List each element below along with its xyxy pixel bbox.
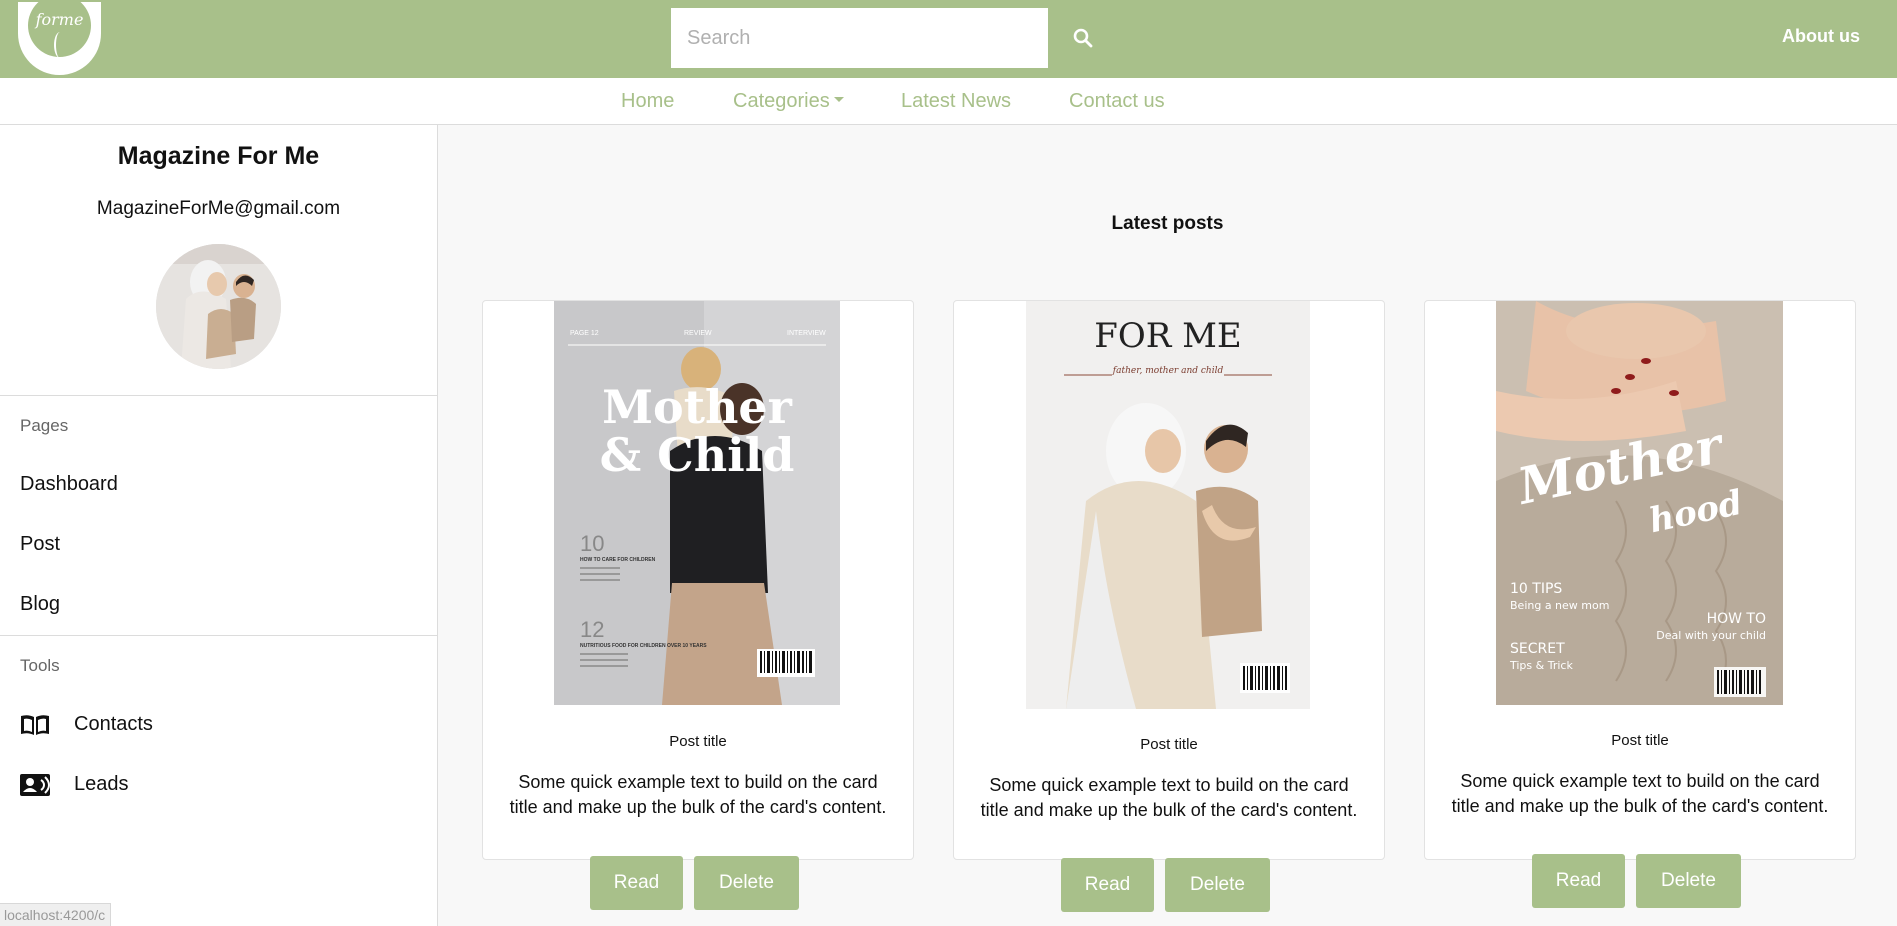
cover-top-label: PAGE 12	[570, 330, 599, 337]
post-title: Post title	[1611, 732, 1669, 749]
caret-down-icon	[833, 97, 844, 103]
site-name: Magazine For Me	[117, 142, 320, 170]
sidebar-item-dashboard[interactable]: Dashboard	[20, 473, 118, 496]
post-title: Post title	[669, 733, 727, 750]
logo-text: forme	[35, 10, 84, 29]
post-card: FOR ME father, mother and child Post tit…	[953, 300, 1385, 912]
cover-subtitle: father, mother and child	[1112, 366, 1224, 376]
delete-button[interactable]: Delete	[694, 856, 799, 910]
post-excerpt: Some quick example text to build on the …	[980, 775, 1358, 820]
status-url: localhost:4200/c	[0, 903, 111, 926]
book-open-icon	[20, 714, 50, 736]
post-title: Post title	[1140, 736, 1198, 753]
cover-subtitle: Being a new mom	[1510, 599, 1609, 612]
sidebar-divider	[0, 395, 437, 396]
main-content: Latest posts PAGE 12 REVIEW INTERVIEW Mo…	[438, 125, 1897, 926]
nav-categories-label: Categories	[733, 90, 830, 112]
cover-subtitle: NUTRITIOUS FOOD FOR CHILDREN OVER 10 YEA…	[580, 643, 707, 649]
delete-button[interactable]: Delete	[1636, 854, 1741, 908]
cover-top-label: INTERVIEW	[787, 330, 826, 337]
page-title: Latest posts	[1111, 213, 1224, 234]
nav-contact-us[interactable]: Contact us	[1069, 90, 1165, 113]
post-cover-image[interactable]: PAGE 12 REVIEW INTERVIEW Mother & Child …	[554, 301, 840, 705]
cover-number: 10	[580, 531, 604, 556]
sidebar: Magazine For Me MagazineForMe@gmail.com …	[0, 125, 438, 926]
sidebar-item-post[interactable]: Post	[20, 533, 60, 556]
post-card: PAGE 12 REVIEW INTERVIEW Mother & Child …	[482, 300, 914, 910]
cover-heading: 10 TIPS	[1510, 581, 1562, 597]
avatar	[156, 244, 281, 369]
contact-card-icon	[20, 773, 50, 796]
cover-subtitle: Tips & Trick	[1509, 659, 1573, 672]
main-nav: Home Categories Latest News Contact us	[0, 78, 1897, 125]
post-cover-image[interactable]: Mother hood 10 TIPS Being a new mom SECR…	[1496, 301, 1783, 705]
nav-home[interactable]: Home	[621, 90, 674, 113]
post-card: Mother hood 10 TIPS Being a new mom SECR…	[1424, 300, 1856, 908]
read-button[interactable]: Read	[590, 856, 683, 910]
cover-subtitle: Deal with your child	[1656, 629, 1766, 642]
cover-heading: HOW TO	[1707, 611, 1766, 627]
leaf-icon	[54, 32, 66, 58]
tools-section-label: Tools	[20, 656, 60, 675]
pages-section-label: Pages	[20, 416, 69, 435]
avatar-photo	[156, 244, 281, 369]
read-button[interactable]: Read	[1532, 854, 1625, 908]
sidebar-item-leads[interactable]: Leads	[20, 773, 129, 796]
cover-title: & Child	[600, 428, 795, 482]
search-button[interactable]	[1048, 8, 1118, 68]
delete-button[interactable]: Delete	[1165, 858, 1270, 912]
about-us-link[interactable]: About us	[1782, 26, 1860, 47]
cover-title: Mother	[602, 380, 793, 434]
leads-label: Leads	[74, 773, 129, 795]
cover-top-label: REVIEW	[684, 330, 712, 337]
brand-logo[interactable]: forme	[18, 2, 101, 75]
site-email: MagazineForMe@gmail.com	[96, 198, 341, 219]
post-excerpt: Some quick example text to build on the …	[1451, 771, 1829, 816]
search-input[interactable]	[671, 8, 1048, 68]
top-bar: forme About us	[0, 0, 1897, 78]
nav-latest-news[interactable]: Latest News	[901, 90, 1011, 113]
sidebar-divider	[0, 635, 437, 636]
sidebar-item-contacts[interactable]: Contacts	[20, 713, 153, 736]
nav-categories-dropdown[interactable]: Categories	[733, 90, 844, 113]
post-cover-image[interactable]: FOR ME father, mother and child	[1026, 301, 1310, 709]
post-excerpt: Some quick example text to build on the …	[509, 772, 887, 817]
search-icon	[1073, 28, 1093, 48]
cover-number: 12	[580, 617, 604, 642]
cover-title: FOR ME	[1094, 316, 1242, 356]
cover-subtitle: HOW TO CARE FOR CHILDREN	[580, 557, 656, 563]
contacts-label: Contacts	[74, 713, 153, 735]
sidebar-item-blog[interactable]: Blog	[20, 593, 60, 616]
cover-heading: SECRET	[1510, 641, 1565, 657]
read-button[interactable]: Read	[1061, 858, 1154, 912]
